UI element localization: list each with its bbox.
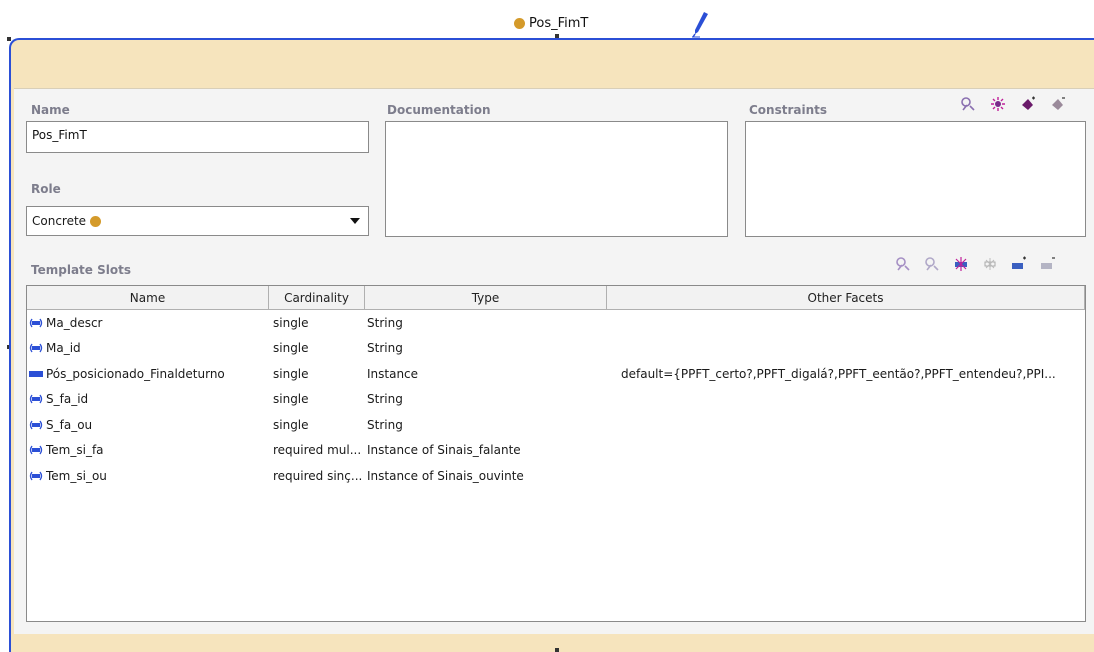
resize-handle[interactable] bbox=[555, 648, 559, 652]
column-header-type[interactable]: Type bbox=[365, 286, 607, 309]
inherited-slot-icon bbox=[29, 318, 43, 328]
name-field[interactable]: Pos_FimT bbox=[26, 121, 369, 153]
node-title-text: Pos_FimT bbox=[529, 15, 589, 31]
slot-name: Tem_si_ou bbox=[46, 468, 107, 483]
table-row[interactable]: Tem_si_ou required sinç... Instance of Sin… bbox=[27, 463, 1085, 489]
search-person-icon[interactable] bbox=[960, 96, 976, 112]
cell-cardinality: single bbox=[273, 315, 309, 330]
constraints-label: Constraints bbox=[749, 103, 828, 117]
cell-type: String bbox=[367, 417, 403, 432]
own-slot-icon bbox=[29, 370, 43, 377]
table-body: Ma_descr single String Ma_id single String Pós… bbox=[27, 310, 1085, 489]
cell-name: Tem_si_fa bbox=[27, 443, 269, 457]
inherited-slot-icon bbox=[29, 394, 43, 404]
table-row[interactable]: S_fa_ou single String bbox=[27, 412, 1085, 438]
resize-handle[interactable] bbox=[7, 37, 11, 41]
template-slots-table: Name Cardinality Type Other Facets Ma_de… bbox=[26, 285, 1086, 622]
column-header-cardinality[interactable]: Cardinality bbox=[269, 286, 365, 309]
table-header: Name Cardinality Type Other Facets bbox=[27, 286, 1085, 310]
cell-name: Ma_id bbox=[27, 341, 269, 355]
name-label: Name bbox=[31, 103, 70, 117]
role-value: Concrete bbox=[32, 214, 87, 228]
slot-name: Ma_descr bbox=[46, 315, 103, 330]
constraints-toolbar bbox=[960, 96, 1066, 112]
pen-icon[interactable] bbox=[690, 10, 710, 38]
slot-name: S_fa_id bbox=[46, 392, 89, 407]
remove-override-icon[interactable] bbox=[1040, 256, 1056, 272]
inherited-slot-icon bbox=[29, 420, 43, 430]
concrete-dot-icon bbox=[514, 17, 525, 29]
concrete-dot-icon bbox=[90, 215, 102, 227]
table-row[interactable]: Ma_descr single String bbox=[27, 310, 1085, 336]
column-header-other-facets[interactable]: Other Facets bbox=[607, 286, 1085, 309]
remove-slot-icon[interactable] bbox=[982, 256, 998, 272]
slot-name: S_fa_ou bbox=[46, 417, 93, 432]
view-slot-icon[interactable] bbox=[895, 256, 911, 272]
node-title: Pos_FimT bbox=[514, 15, 588, 31]
diamond-remove-icon[interactable] bbox=[1050, 96, 1066, 112]
cell-name: S_fa_ou bbox=[27, 418, 269, 432]
cell-cardinality: single bbox=[273, 341, 309, 356]
slot-name: Ma_id bbox=[46, 341, 81, 356]
cell-name: Pós_posicionado_Finaldeturno bbox=[27, 367, 269, 381]
cell-type: String bbox=[367, 392, 403, 407]
slot-name: Pós_posicionado_Finaldeturno bbox=[46, 366, 225, 381]
template-slots-label: Template Slots bbox=[31, 263, 131, 277]
cell-type: Instance bbox=[367, 366, 419, 381]
cell-cardinality: single bbox=[273, 366, 309, 381]
burst-icon[interactable] bbox=[990, 96, 1006, 112]
table-row[interactable]: Tem_si_fa required mul... Instance of Sina… bbox=[27, 438, 1085, 464]
table-row[interactable]: Ma_id single String bbox=[27, 336, 1085, 362]
documentation-label: Documentation bbox=[387, 103, 491, 117]
cell-type: String bbox=[367, 341, 403, 356]
table-row[interactable]: S_fa_id single String bbox=[27, 387, 1085, 413]
inherited-slot-icon bbox=[29, 445, 43, 455]
role-label: Role bbox=[31, 182, 61, 196]
cell-cardinality: single bbox=[273, 392, 309, 407]
cell-cardinality: required sinç... bbox=[273, 468, 363, 483]
cell-type: Instance of Sinais_falante bbox=[367, 443, 521, 458]
add-override-icon[interactable] bbox=[1011, 256, 1027, 272]
slots-toolbar bbox=[895, 256, 1056, 272]
cell-name: Tem_si_ou bbox=[27, 469, 269, 483]
cell-cardinality: required mul... bbox=[273, 443, 362, 458]
chevron-down-icon[interactable] bbox=[348, 216, 362, 226]
cell-type: Instance of Sinais_ouvinte bbox=[367, 468, 524, 483]
diamond-add-icon[interactable] bbox=[1020, 96, 1036, 112]
cell-type: String bbox=[367, 315, 403, 330]
column-header-name[interactable]: Name bbox=[27, 286, 269, 309]
slot-name: Tem_si_fa bbox=[46, 443, 104, 458]
table-row[interactable]: Pós_posicionado_Finaldeturno single Instan… bbox=[27, 361, 1085, 387]
inherited-slot-icon bbox=[29, 471, 43, 481]
view-top-slot-icon[interactable] bbox=[924, 256, 940, 272]
cell-other-facets: default={PPFT_certo?,PPFT_digalá?,PPFT_e… bbox=[621, 366, 1056, 381]
cell-name: S_fa_id bbox=[27, 392, 269, 406]
cell-name: Ma_descr bbox=[27, 316, 269, 330]
add-slot-icon[interactable] bbox=[953, 256, 969, 272]
constraints-field[interactable] bbox=[745, 121, 1086, 237]
documentation-field[interactable] bbox=[385, 121, 728, 237]
role-select[interactable]: Concrete bbox=[26, 206, 369, 236]
name-field-value: Pos_FimT bbox=[32, 128, 87, 142]
cell-cardinality: single bbox=[273, 417, 309, 432]
inherited-slot-icon bbox=[29, 343, 43, 353]
